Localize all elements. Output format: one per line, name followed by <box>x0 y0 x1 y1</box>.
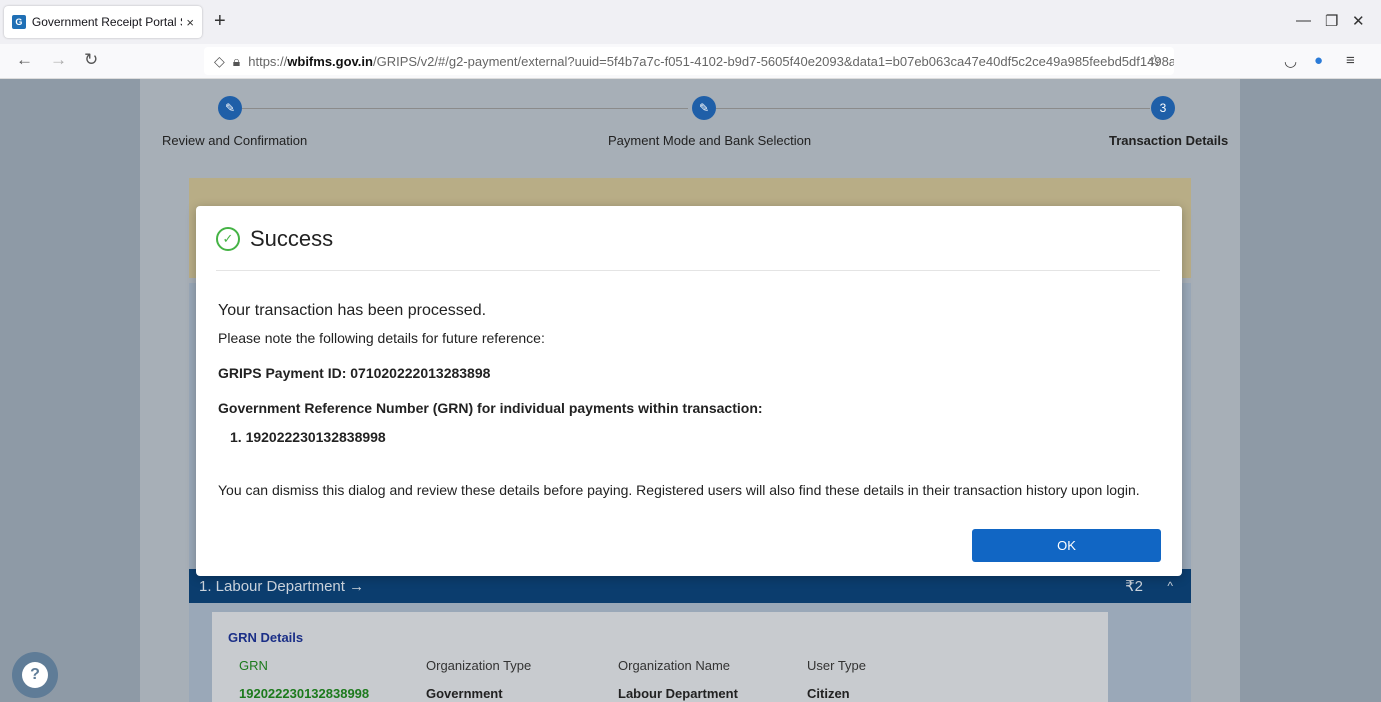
grn-column-header: GRN <box>239 658 268 673</box>
window-close-icon[interactable]: ✕ <box>1352 12 1365 30</box>
user-type-value: Citizen <box>807 686 850 701</box>
step-edit-icon: ✎ <box>692 96 716 120</box>
help-button[interactable]: ? <box>12 652 58 698</box>
lock-icon: 🔒︎ <box>232 52 241 69</box>
department-title: 1. Labour Department → <box>199 577 365 595</box>
org-name-value: Labour Department <box>618 686 738 701</box>
restore-icon[interactable]: ❐ <box>1325 12 1338 30</box>
reference-note: Please note the following details for fu… <box>218 330 545 346</box>
dialog-title: Success <box>250 226 334 251</box>
dialog-divider <box>216 270 1160 271</box>
url-domain: wbifms.gov.in <box>287 53 373 69</box>
step-label: Review and Confirmation <box>162 133 308 148</box>
star-icon[interactable]: ☆ <box>1148 51 1162 71</box>
tab-close-icon[interactable]: × <box>186 15 194 30</box>
new-tab-button[interactable]: + <box>214 10 226 33</box>
grn-value: 192022230132838998 <box>239 686 370 701</box>
step-edit-icon: ✎ <box>218 96 242 120</box>
step-label-active: Transaction Details <box>1109 133 1229 148</box>
forward-icon[interactable]: → <box>50 50 67 70</box>
browser-tabbar: G Government Receipt Portal Syst × + — ❐… <box>0 0 1381 44</box>
url-bar[interactable]: ◇ 🔒︎ https://wbifms.gov.in/GRIPS/v2/#/g2… <box>204 47 1174 75</box>
org-name-column-header: Organization Name <box>618 658 730 673</box>
grn-details-panel: GRN Details GRN Organization Type Organi… <box>212 612 1108 702</box>
extension-icon[interactable]: ● <box>1314 52 1323 69</box>
grn-heading: Government Reference Number (GRN) for in… <box>218 400 763 416</box>
ok-button[interactable]: OK <box>972 529 1161 562</box>
url-path: /GRIPS/v2/#/g2-payment/external?uuid=5f4… <box>372 53 1174 69</box>
org-type-column-header: Organization Type <box>426 658 532 673</box>
step-connector <box>716 108 1150 109</box>
minimize-icon[interactable]: — <box>1296 12 1311 29</box>
shield-icon: ◇ <box>214 52 225 69</box>
dismiss-note: You can dismiss this dialog and review t… <box>218 482 1140 498</box>
processed-message: Your transaction has been processed. <box>218 302 487 319</box>
menu-icon[interactable]: ≡ <box>1346 52 1355 69</box>
browser-navbar: ← → ↻ ◇ 🔒︎ https://wbifms.gov.in/GRIPS/v… <box>0 44 1381 79</box>
payment-id: GRIPS Payment ID: 071020222013283898 <box>218 365 491 381</box>
user-type-column-header: User Type <box>807 658 867 673</box>
question-icon: ? <box>22 662 48 688</box>
site-favicon-icon: G <box>12 15 26 29</box>
pocket-icon[interactable]: ◡ <box>1284 52 1297 70</box>
grn-list-item: 1. 192022230132838998 <box>230 429 386 445</box>
org-type-value: Government <box>426 686 503 701</box>
check-circle-icon: ✓ <box>216 227 240 251</box>
reload-icon[interactable]: ↻ <box>84 50 98 70</box>
chevron-up-icon[interactable]: ^ <box>1167 579 1173 593</box>
step-number: 3 <box>1151 96 1175 120</box>
department-amount: ₹2 <box>1125 578 1143 595</box>
success-dialog: ✓ Success Your transaction has been proc… <box>196 206 1182 576</box>
browser-tab[interactable]: G Government Receipt Portal Syst × <box>4 6 202 38</box>
step-connector <box>242 108 688 109</box>
grn-details-heading: GRN Details <box>228 630 304 645</box>
url-prefix: https:// <box>248 53 288 69</box>
tab-title: Government Receipt Portal Syst <box>31 15 183 29</box>
step-label: Payment Mode and Bank Selection <box>608 133 812 148</box>
dialog-header: ✓ Success <box>216 226 333 252</box>
back-icon[interactable]: ← <box>16 50 33 70</box>
